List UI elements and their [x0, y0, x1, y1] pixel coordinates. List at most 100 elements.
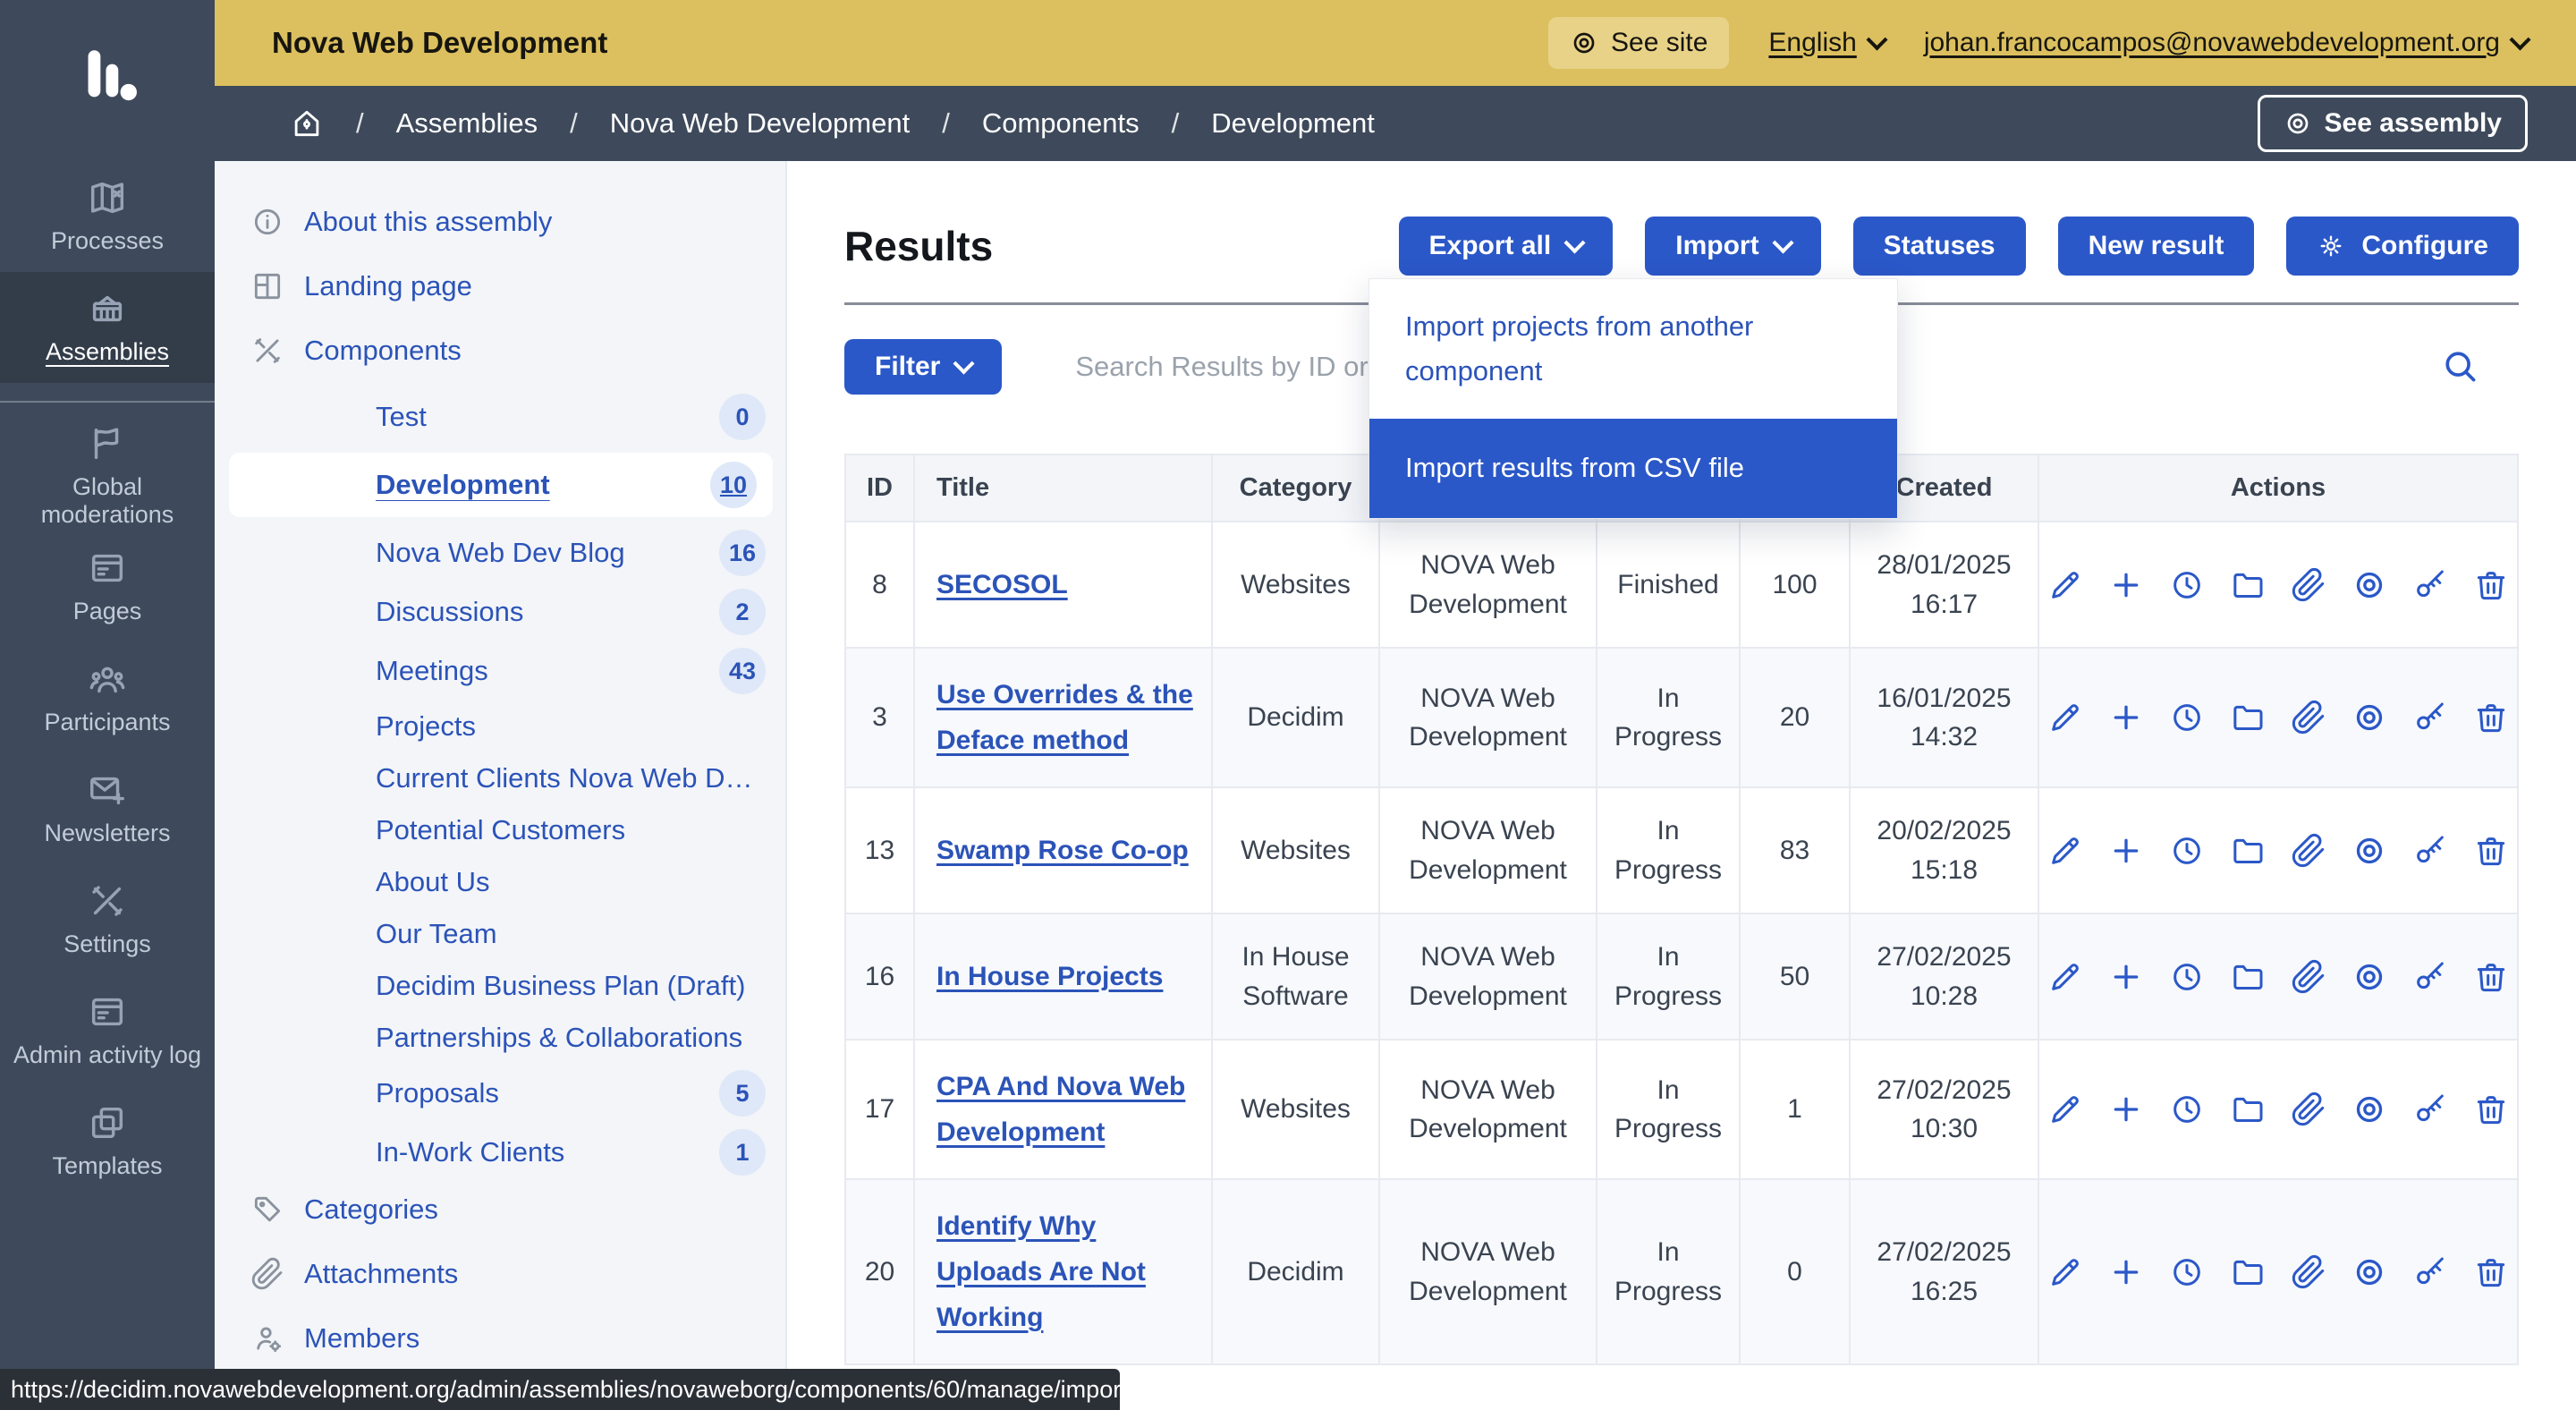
- assembly-menu-landing-page[interactable]: Landing page: [250, 265, 766, 308]
- history-icon[interactable]: [2169, 1091, 2205, 1127]
- assembly-menu-our-team[interactable]: Our Team: [250, 914, 766, 954]
- result-title-link[interactable]: In House Projects: [936, 962, 1163, 991]
- assembly-menu-development[interactable]: Development 10: [229, 453, 773, 517]
- preview-icon[interactable]: [2351, 833, 2387, 869]
- home-icon[interactable]: [290, 106, 324, 140]
- add-icon[interactable]: [2108, 1254, 2144, 1290]
- folder-icon[interactable]: [2230, 1091, 2266, 1127]
- delete-icon[interactable]: [2473, 567, 2509, 603]
- assembly-menu-about-this-assembly[interactable]: About this assembly: [250, 200, 766, 243]
- configure-button[interactable]: Configure: [2286, 217, 2519, 276]
- permissions-icon[interactable]: [2412, 959, 2448, 995]
- user-menu[interactable]: johan.francocampos@novawebdevelopment.or…: [1924, 28, 2528, 58]
- assembly-menu-partnerships-collaborations[interactable]: Partnerships & Collaborations: [250, 1018, 766, 1058]
- assembly-menu-attachments[interactable]: Attachments: [250, 1253, 766, 1295]
- sidebar-item-pages[interactable]: Pages: [0, 531, 215, 642]
- delete-icon[interactable]: [2473, 833, 2509, 869]
- breadcrumb-item[interactable]: Assemblies: [396, 107, 538, 140]
- attachments-icon[interactable]: [2291, 1254, 2326, 1290]
- preview-icon[interactable]: [2351, 700, 2387, 735]
- result-title-link[interactable]: Use Overrides & the Deface method: [936, 680, 1193, 755]
- folder-icon[interactable]: [2230, 700, 2266, 735]
- import-menu-item[interactable]: Import projects from another component: [1369, 279, 1897, 419]
- preview-icon[interactable]: [2351, 1254, 2387, 1290]
- sidebar-item-processes[interactable]: Processes: [0, 161, 215, 272]
- assembly-menu-test[interactable]: Test 0: [250, 394, 766, 440]
- new-result-button[interactable]: New result: [2058, 217, 2255, 276]
- assembly-menu-categories[interactable]: Categories: [250, 1188, 766, 1231]
- sidebar-item-newsletters[interactable]: Newsletters: [0, 753, 215, 864]
- assembly-menu-proposals[interactable]: Proposals 5: [250, 1070, 766, 1117]
- add-icon[interactable]: [2108, 1091, 2144, 1127]
- assembly-menu-potential-customers[interactable]: Potential Customers: [250, 811, 766, 850]
- breadcrumb-item[interactable]: Components: [982, 107, 1140, 140]
- add-icon[interactable]: [2108, 700, 2144, 735]
- see-assembly-button[interactable]: See assembly: [2258, 95, 2528, 152]
- statuses-button[interactable]: Statuses: [1853, 217, 2026, 276]
- sidebar-item-settings[interactable]: Settings: [0, 864, 215, 975]
- attachments-icon[interactable]: [2291, 833, 2326, 869]
- assembly-menu-members[interactable]: Members: [250, 1317, 766, 1360]
- permissions-icon[interactable]: [2412, 1254, 2448, 1290]
- assembly-menu-current-clients-nova-web-development[interactable]: Current Clients Nova Web Development: [250, 759, 766, 798]
- breadcrumb-item[interactable]: Development: [1211, 107, 1375, 140]
- permissions-icon[interactable]: [2412, 700, 2448, 735]
- attachments-icon[interactable]: [2291, 1091, 2326, 1127]
- folder-icon[interactable]: [2230, 959, 2266, 995]
- edit-icon[interactable]: [2047, 700, 2083, 735]
- delete-icon[interactable]: [2473, 700, 2509, 735]
- folder-icon[interactable]: [2230, 567, 2266, 603]
- history-icon[interactable]: [2169, 959, 2205, 995]
- sidebar-item-participants[interactable]: Participants: [0, 642, 215, 753]
- delete-icon[interactable]: [2473, 1254, 2509, 1290]
- result-title-link[interactable]: Identify Why Uploads Are Not Working: [936, 1211, 1146, 1332]
- preview-icon[interactable]: [2351, 959, 2387, 995]
- folder-icon[interactable]: [2230, 833, 2266, 869]
- import-button[interactable]: Import: [1645, 217, 1820, 276]
- assembly-menu-in-work-clients[interactable]: In-Work Clients 1: [250, 1129, 766, 1176]
- edit-icon[interactable]: [2047, 959, 2083, 995]
- assembly-menu-projects[interactable]: Projects: [250, 707, 766, 746]
- add-icon[interactable]: [2108, 833, 2144, 869]
- permissions-icon[interactable]: [2412, 833, 2448, 869]
- edit-icon[interactable]: [2047, 833, 2083, 869]
- assembly-menu-discussions[interactable]: Discussions 2: [250, 589, 766, 635]
- attachments-icon[interactable]: [2291, 700, 2326, 735]
- preview-icon[interactable]: [2351, 567, 2387, 603]
- attachments-icon[interactable]: [2291, 959, 2326, 995]
- add-icon[interactable]: [2108, 567, 2144, 603]
- assembly-menu-decidim-business-plan-draft[interactable]: Decidim Business Plan (Draft): [250, 966, 766, 1006]
- add-icon[interactable]: [2108, 959, 2144, 995]
- result-title-link[interactable]: CPA And Nova Web Development: [936, 1072, 1185, 1147]
- language-selector[interactable]: English: [1768, 28, 1884, 58]
- edit-icon[interactable]: [2047, 1091, 2083, 1127]
- assembly-menu-nova-web-dev-blog[interactable]: Nova Web Dev Blog 16: [250, 530, 766, 576]
- assembly-menu-about-us[interactable]: About Us: [250, 862, 766, 902]
- decidim-logo[interactable]: [0, 0, 215, 161]
- delete-icon[interactable]: [2473, 1091, 2509, 1127]
- see-site-link[interactable]: See site: [1548, 17, 1729, 69]
- filter-button[interactable]: Filter: [844, 339, 1002, 395]
- preview-icon[interactable]: [2351, 1091, 2387, 1127]
- sidebar-item-templates[interactable]: Templates: [0, 1086, 215, 1197]
- assembly-menu-meetings[interactable]: Meetings 43: [250, 648, 766, 694]
- assembly-menu-components[interactable]: Components: [250, 329, 766, 372]
- search-icon[interactable]: [2440, 346, 2479, 386]
- attachments-icon[interactable]: [2291, 567, 2326, 603]
- result-title-link[interactable]: SECOSOL: [936, 570, 1068, 599]
- edit-icon[interactable]: [2047, 567, 2083, 603]
- import-menu-item[interactable]: Import results from CSV file: [1369, 419, 1897, 517]
- folder-icon[interactable]: [2230, 1254, 2266, 1290]
- export-all-button[interactable]: Export all: [1399, 217, 1614, 276]
- breadcrumb-item[interactable]: Nova Web Development: [610, 107, 910, 140]
- history-icon[interactable]: [2169, 833, 2205, 869]
- permissions-icon[interactable]: [2412, 567, 2448, 603]
- sidebar-item-assemblies[interactable]: Assemblies: [0, 272, 215, 383]
- sidebar-item-global-moderations[interactable]: Global moderations: [0, 420, 215, 531]
- history-icon[interactable]: [2169, 567, 2205, 603]
- history-icon[interactable]: [2169, 700, 2205, 735]
- edit-icon[interactable]: [2047, 1254, 2083, 1290]
- sidebar-item-admin-activity-log[interactable]: Admin activity log: [0, 975, 215, 1086]
- delete-icon[interactable]: [2473, 959, 2509, 995]
- result-title-link[interactable]: Swamp Rose Co-op: [936, 836, 1189, 865]
